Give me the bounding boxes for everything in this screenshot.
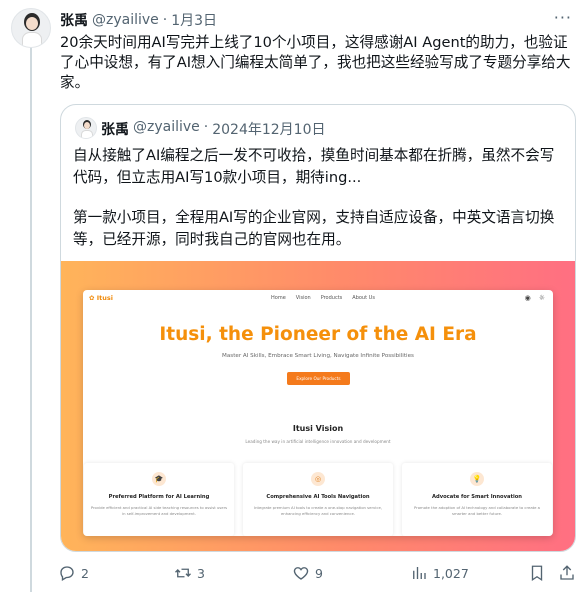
quoted-author-name: 张禹 [101, 122, 129, 138]
card-description: Promote the adoption of AI technology an… [414, 505, 540, 516]
hero-title: Itusi, the Pioneer of the AI Era [159, 324, 477, 345]
quoted-header: 张禹 @zyailive · 2024年12月10日 [101, 119, 326, 139]
tweet-text: 20余天时间用AI写完并上线了10个小项目，这得感谢AI Agent的助力，也验… [60, 34, 571, 91]
quoted-paragraph: 自从接触了AI编程之后一发不可收拾，摸鱼时间基本都在折腾，虽然不会写代码，但立志… [73, 147, 555, 186]
like-button[interactable]: 9 [292, 564, 323, 582]
cta-button: Explore Our Products [287, 372, 350, 385]
vision-title: Itusi Vision [292, 424, 344, 433]
retweet-count: 3 [197, 565, 205, 581]
author-name[interactable]: 张禹 [60, 10, 88, 30]
author-handle[interactable]: @zyailive [92, 12, 159, 28]
card-title: Preferred Platform for AI Learning [108, 494, 210, 500]
site-nav-icons: ◉ ☼ [525, 294, 545, 302]
site-logo: ✿ Itusi [89, 294, 113, 302]
media-image[interactable]: ✿ Itusi Home Vision Products About Us ◉ … [61, 261, 575, 551]
hero-subtitle: Master AI Skills, Embrace Smart Living, … [222, 353, 414, 359]
heart-icon [293, 567, 309, 580]
analytics-icon [413, 567, 426, 579]
tweet-actions: 2 3 9 1,027 [58, 564, 578, 584]
site-nav-links: Home Vision Products About Us [271, 295, 375, 301]
site-nav-item: About Us [352, 295, 375, 301]
vision-subtitle: Leading the way in artificial intelligen… [245, 439, 391, 444]
quoted-text: 自从接触了AI编程之后一发不可收拾，摸鱼时间基本都在折腾，虽然不会写代码，但立志… [73, 145, 568, 251]
separator-dot: · [162, 12, 168, 28]
avatar[interactable] [11, 8, 51, 48]
compass-icon: ◎ [311, 472, 325, 486]
card-description: Provide efficient and practical AI side … [90, 505, 228, 516]
retweet-icon [175, 568, 191, 578]
lightbulb-icon: 💡 [470, 472, 484, 486]
feature-card: 💡 Advocate for Smart Innovation Promote … [402, 463, 552, 536]
quoted-author-handle: @zyailive [133, 119, 200, 135]
quoted-date: 2024年12月10日 [212, 122, 326, 138]
site-nav-item: Vision [295, 295, 311, 301]
bookmark-button[interactable] [528, 564, 546, 582]
like-count: 9 [315, 565, 323, 581]
site-nav-item: Products [320, 295, 343, 301]
reply-icon [60, 566, 74, 581]
reply-button[interactable]: 2 [58, 564, 89, 582]
more-options-icon[interactable]: ··· [554, 8, 572, 27]
graduation-cap-icon: 🎓 [152, 472, 166, 486]
quoted-tweet[interactable]: 张禹 @zyailive · 2024年12月10日 自从接触了AI编程之后一发… [60, 104, 576, 552]
quoted-avatar [75, 117, 97, 139]
retweet-button[interactable]: 3 [174, 564, 205, 582]
reply-count: 2 [81, 565, 89, 581]
website-screenshot: ✿ Itusi Home Vision Products About Us ◉ … [83, 290, 553, 536]
card-description: Integrate premium AI tools to create a o… [254, 505, 382, 516]
thread-line [30, 44, 32, 592]
share-icon [560, 565, 574, 580]
tweet-header: 张禹 @zyailive · 1月3日 [60, 10, 217, 30]
feature-card: 🎓 Preferred Platform for AI Learning Pro… [84, 463, 234, 536]
site-nav-item: Home [271, 295, 286, 301]
quoted-paragraph: 第一款小项目，全程用AI写的企业官网，支持自适应设备，中英文语言切换等，已经开源… [73, 209, 555, 248]
globe-icon: ◉ [524, 294, 531, 302]
site-nav: ✿ Itusi Home Vision Products About Us ◉ … [83, 290, 553, 308]
tweet-date[interactable]: 1月3日 [171, 10, 217, 30]
card-title: Comprehensive AI Tools Navigation [266, 494, 370, 500]
feature-card: ◎ Comprehensive AI Tools Navigation Inte… [243, 463, 393, 536]
views-button[interactable]: 1,027 [410, 564, 469, 582]
view-count: 1,027 [433, 565, 469, 581]
share-button[interactable] [558, 564, 576, 582]
bookmark-icon [531, 565, 543, 582]
sun-icon: ☼ [538, 294, 545, 302]
card-title: Advocate for Smart Innovation [431, 494, 522, 500]
separator-dot: · [203, 119, 209, 135]
